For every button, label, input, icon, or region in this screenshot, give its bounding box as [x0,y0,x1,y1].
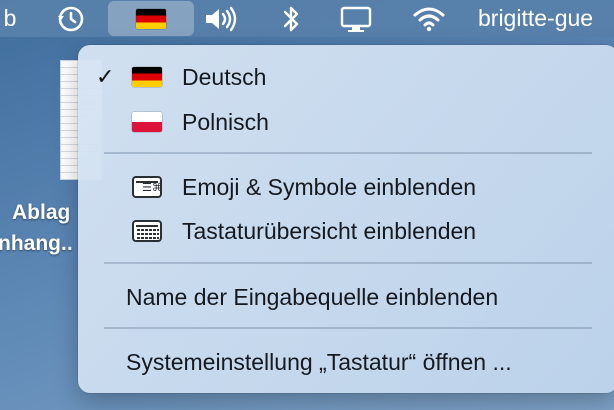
bluetooth-icon[interactable] [274,0,308,37]
menu-bar: b brigitte-gue [0,0,614,37]
menu-item-deutsch[interactable]: ✓ Deutsch [78,57,614,97]
volume-icon[interactable] [200,0,244,37]
menu-item-polnisch[interactable]: Polnisch [78,102,614,142]
checkmark-icon: ✓ [96,64,115,89]
german-flag-icon [132,67,162,87]
time-machine-icon[interactable] [52,0,90,37]
menu-separator [104,327,592,329]
input-source-dropdown: ✓ Deutsch Polnisch ☰⌘ Emoji & Symbole ei… [78,45,614,393]
menubar-partial-item[interactable]: b [0,0,20,37]
menubar-partial-text: b [3,5,17,31]
display-icon[interactable] [336,0,376,37]
desktop-file-label-line2[interactable]: nhang.. [0,232,73,256]
menu-item-keyboard-viewer[interactable]: Tastaturübersicht einblenden [78,211,614,251]
menu-item-emoji-symbols[interactable]: ☰⌘ Emoji & Symbole einblenden [78,167,614,207]
polish-flag-icon [132,112,162,132]
input-source-menu-button[interactable] [108,1,194,36]
menu-separator [104,152,592,154]
emoji-viewer-icon: ☰⌘ [132,176,163,198]
user-menu[interactable]: brigitte-gue [478,0,614,37]
user-name: brigitte-gue [478,5,594,31]
menu-item-show-name-label: Name der Eingabequelle einblenden [126,283,499,310]
menu-item-show-input-source-name[interactable]: Name der Eingabequelle einblenden [78,277,614,317]
menu-item-emoji-label: Emoji & Symbole einblenden [182,173,477,200]
menu-item-settings-label: Systemeinstellung „Tastatur“ öffnen ... [126,348,512,375]
keyboard-viewer-icon [132,220,162,242]
menu-item-polnisch-label: Polnisch [182,108,269,135]
german-flag-icon [136,8,166,29]
menu-item-open-keyboard-settings[interactable]: Systemeinstellung „Tastatur“ öffnen ... [78,342,614,382]
menu-item-deutsch-label: Deutsch [182,63,267,90]
menu-item-keyboard-viewer-label: Tastaturübersicht einblenden [182,217,477,244]
wifi-icon[interactable] [408,0,450,37]
desktop-file-label-line1[interactable]: Ablag [12,201,70,225]
menu-separator [104,262,592,264]
